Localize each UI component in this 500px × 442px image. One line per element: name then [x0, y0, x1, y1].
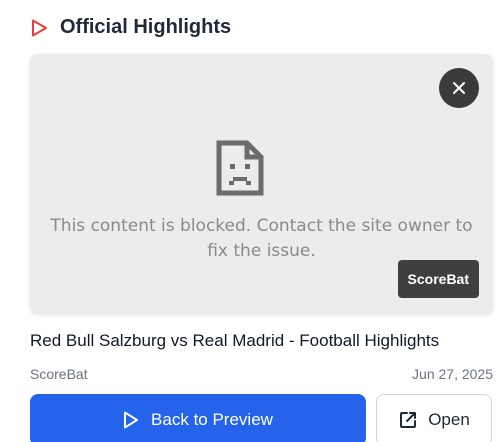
video-date: Jun 27, 2025 [412, 366, 493, 382]
play-icon [30, 19, 48, 37]
video-source: ScoreBat [30, 366, 88, 382]
sad-document-icon [216, 140, 264, 196]
open-button[interactable]: Open [376, 394, 492, 442]
section-title: Official Highlights [60, 16, 232, 38]
close-icon [452, 81, 466, 95]
video-title: Red Bull Salzburg vs Real Madrid - Footb… [30, 331, 440, 350]
section-header: Official Highlights [30, 16, 231, 39]
video-embed: This content is blocked. Contact the sit… [30, 54, 493, 314]
blocked-message: This content is blocked. Contact the sit… [50, 216, 473, 261]
play-icon [123, 411, 139, 429]
external-link-icon [398, 410, 418, 430]
open-label: Open [428, 410, 470, 429]
back-to-preview-button[interactable]: Back to Preview [30, 394, 366, 442]
close-button[interactable] [439, 68, 479, 108]
back-to-preview-label: Back to Preview [151, 410, 273, 429]
highlights-panel: Official Highlights This content is bloc… [0, 0, 500, 442]
scorebat-badge[interactable]: ScoreBat [397, 260, 479, 298]
